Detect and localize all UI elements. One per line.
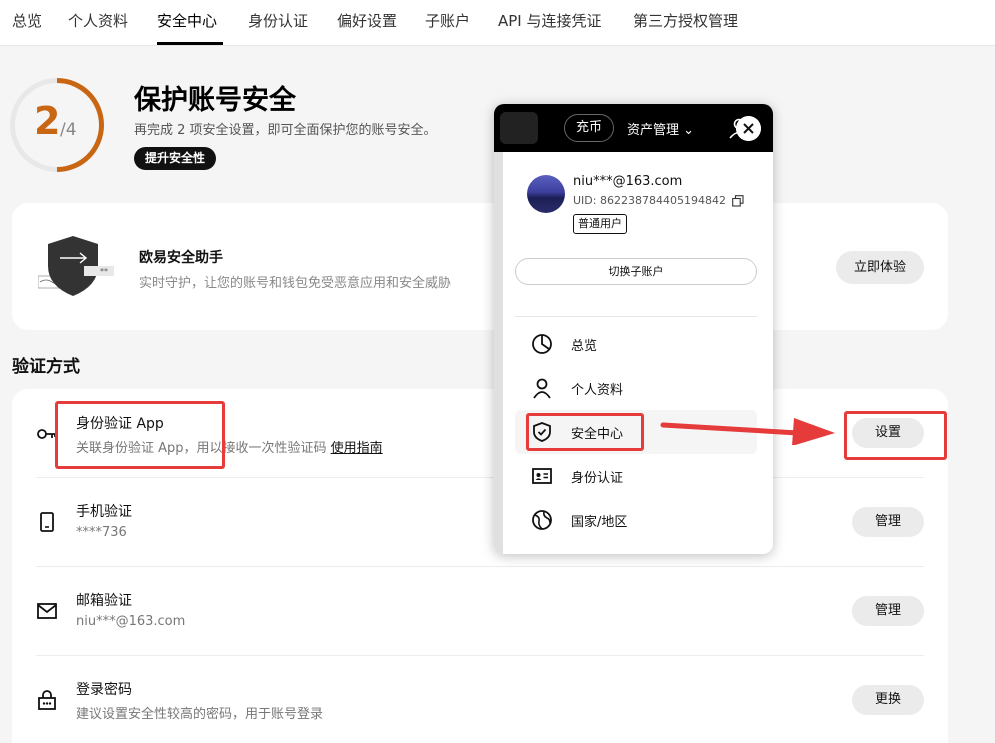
menu-item-overview[interactable]: 总览 (515, 322, 757, 366)
shield-illustration-icon: ** (38, 236, 114, 296)
lock-password-icon (38, 690, 56, 710)
pie-chart-icon (532, 334, 552, 354)
progress-done: 2 (34, 99, 61, 143)
id-card-icon (532, 468, 552, 484)
assistant-title: 欧易安全助手 (139, 250, 223, 266)
method-title: 登录密码 (76, 682, 132, 698)
tab-api[interactable]: API 与连接凭证 (498, 10, 602, 31)
tab-preferences[interactable]: 偏好设置 (337, 10, 397, 31)
menu-item-profile[interactable]: 个人资料 (515, 366, 757, 410)
highlight-security-center-menu (526, 413, 644, 451)
security-progress-ring: 2 /4 (10, 78, 104, 172)
page-title: 保护账号安全 (134, 85, 296, 116)
progress-total: /4 (60, 120, 77, 140)
tab-sub-accounts[interactable]: 子账户 (425, 10, 470, 31)
account-uid: UID: 862238784405194842 (573, 194, 726, 207)
security-assistant-card: ** 欧易安全助手 实时守护，让您的账号和钱包免受恶意应用和安全威胁 立即体验 (12, 203, 948, 330)
manage-phone-button[interactable]: 管理 (852, 507, 924, 537)
method-row-password: 登录密码 建议设置安全性较高的密码，用于账号登录 更换 (12, 656, 948, 743)
try-now-button[interactable]: 立即体验 (836, 251, 924, 284)
menu-item-country-region[interactable]: 国家/地区 (515, 498, 757, 542)
highlight-authenticator (55, 401, 225, 469)
close-icon[interactable] (736, 116, 761, 141)
globe-icon (532, 510, 552, 530)
phone-icon (40, 512, 54, 532)
asset-management-menu[interactable]: 资产管理 ⌄ (627, 119, 694, 138)
tab-overview[interactable]: 总览 (12, 10, 42, 31)
highlight-setup-button (844, 411, 947, 460)
method-description: niu***@163.com (76, 614, 186, 629)
tab-profile[interactable]: 个人资料 (68, 10, 128, 31)
tab-identity[interactable]: 身份认证 (248, 10, 308, 31)
tab-third-party[interactable]: 第三方授权管理 (633, 10, 738, 31)
account-popup: 充币 资产管理 ⌄ niu***@163.com UID: 8622387844… (494, 104, 773, 554)
manage-email-button[interactable]: 管理 (852, 596, 924, 626)
guide-link[interactable]: 使用指南 (331, 441, 383, 456)
popup-header: 充币 资产管理 ⌄ (494, 104, 773, 152)
tab-security-center[interactable]: 安全中心 (157, 10, 217, 31)
divider (515, 316, 757, 317)
method-description: ****736 (76, 525, 127, 540)
improve-security-button[interactable]: 提升安全性 (134, 147, 217, 170)
hero-description: 再完成 2 项安全设置，即可全面保护您的账号安全。 (134, 123, 437, 138)
method-row-email: 邮箱验证 niu***@163.com 管理 (12, 567, 948, 655)
person-icon (533, 378, 551, 399)
method-description: 建议设置安全性较高的密码，用于账号登录 (76, 707, 324, 722)
account-level-badge: 普通用户 (573, 214, 627, 234)
change-password-button[interactable]: 更换 (852, 685, 924, 715)
method-row-phone: 手机验证 ****736 管理 (12, 478, 948, 566)
assistant-description: 实时守护，让您的账号和钱包免受恶意应用和安全威胁 (139, 276, 452, 291)
logo (500, 112, 538, 144)
method-title: 手机验证 (76, 504, 132, 520)
chevron-down-icon: ⌄ (683, 123, 695, 138)
menu-item-identity[interactable]: 身份认证 (515, 454, 757, 498)
active-tab-indicator (157, 42, 223, 45)
recharge-button[interactable]: 充币 (564, 114, 614, 142)
avatar (527, 175, 565, 213)
method-title: 邮箱验证 (76, 593, 132, 609)
verification-section-title: 验证方式 (12, 357, 80, 377)
scrollbar[interactable] (494, 152, 503, 554)
copy-icon[interactable] (732, 195, 744, 207)
account-email: niu***@163.com (573, 174, 683, 189)
switch-sub-account-button[interactable]: 切换子账户 (515, 258, 757, 285)
mail-icon (37, 603, 57, 619)
svg-text:**: ** (100, 267, 108, 276)
red-arrow-icon (660, 418, 835, 445)
top-tab-nav: 总览 个人资料 安全中心 身份认证 偏好设置 子账户 API 与连接凭证 第三方… (0, 0, 995, 46)
